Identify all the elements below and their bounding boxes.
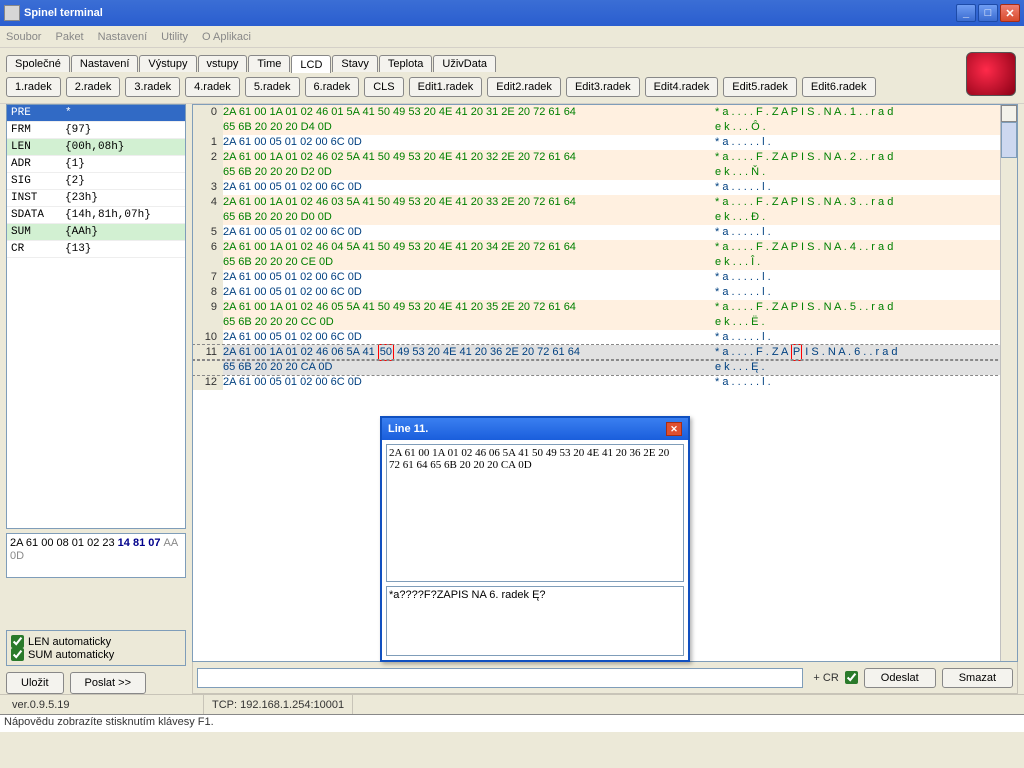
tab-společné[interactable]: Společné [6,55,70,72]
hex-line[interactable]: 65 6B 20 20 20 D2 0De k . . . Ň . [193,165,1017,180]
table-row[interactable]: SDATA{14h,81h,07h} [7,207,185,224]
hex-line[interactable]: 12A 61 00 05 01 02 00 6C 0D* a . . . . .… [193,135,1017,150]
save-button[interactable]: Uložit [6,672,64,694]
menu-bar: Soubor Paket Nastavení Utility O Aplikac… [0,26,1024,48]
row-button[interactable]: CLS [364,77,403,97]
popup-title: Line 11. [388,423,428,435]
tab-teplota[interactable]: Teplota [379,55,432,72]
row-button[interactable]: Edit1.radek [409,77,483,97]
status-version: ver.0.9.5.19 [4,695,204,714]
tab-nastavení[interactable]: Nastavení [71,55,139,72]
menu-item[interactable]: Utility [161,31,188,43]
hex-line[interactable]: 65 6B 20 20 20 CC 0De k . . . Ë . [193,315,1017,330]
row-button[interactable]: 5.radek [245,77,300,97]
hex-line[interactable]: 02A 61 00 1A 01 02 46 01 5A 41 50 49 53 … [193,105,1017,120]
tab-vstupy[interactable]: vstupy [198,55,248,72]
table-row[interactable]: INST{23h} [7,190,185,207]
popup-close-icon[interactable]: ✕ [666,422,682,436]
tab-stavy[interactable]: Stavy [332,55,378,72]
row-button[interactable]: Edit6.radek [802,77,876,97]
scroll-up-icon[interactable] [1001,105,1017,122]
row-button[interactable]: 2.radek [66,77,121,97]
cr-label: + CR [813,672,838,684]
maximize-button[interactable]: □ [978,4,998,22]
menu-item[interactable]: Paket [55,31,83,43]
tab-time[interactable]: Time [248,55,290,72]
auto-options: LEN automaticky SUM automaticky [6,630,186,666]
minimize-button[interactable]: _ [956,4,976,22]
send-to-right-button[interactable]: Poslat >> [70,672,146,694]
app-icon [4,5,20,21]
hex-line[interactable]: 82A 61 00 05 01 02 00 6C 0D* a . . . . .… [193,285,1017,300]
scrollbar[interactable] [1000,105,1017,661]
len-auto-checkbox[interactable]: LEN automaticky [11,635,181,648]
table-row[interactable]: SIG{2} [7,173,185,190]
row-button[interactable]: 4.radek [185,77,240,97]
send-bar: + CR Odeslat Smazat [192,662,1018,694]
tab-row: SpolečnéNastaveníVýstupyvstupyTimeLCDSta… [6,52,1018,72]
menu-item[interactable]: Nastavení [98,31,148,43]
hex-line[interactable]: 65 6B 20 20 20 CA 0De k . . . Ę . [193,360,1017,375]
hex-line[interactable]: 122A 61 00 05 01 02 00 6C 0D* a . . . . … [193,375,1017,390]
help-bar: Nápovědu zobrazíte stisknutím klávesy F1… [0,714,1024,732]
hex-line[interactable]: 22A 61 00 1A 01 02 46 02 5A 41 50 49 53 … [193,150,1017,165]
table-row[interactable]: ADR{1} [7,156,185,173]
table-row[interactable]: LEN{00h,08h} [7,139,185,156]
hex-line[interactable]: 62A 61 00 1A 01 02 46 04 5A 41 50 49 53 … [193,240,1017,255]
hex-line[interactable]: 92A 61 00 1A 01 02 46 05 5A 41 50 49 53 … [193,300,1017,315]
row-button[interactable]: 6.radek [305,77,360,97]
hex-line[interactable]: 65 6B 20 20 20 D0 0De k . . . Đ . [193,210,1017,225]
menu-item[interactable]: Soubor [6,31,41,43]
packet-hex-preview: 2A 61 00 08 01 02 23 14 81 07 AA 0D [6,533,186,578]
tab-uživdata[interactable]: UživData [433,55,496,72]
tab-výstupy[interactable]: Výstupy [139,55,196,72]
popup-hex[interactable]: 2A 61 00 1A 01 02 46 06 5A 41 50 49 53 2… [386,444,684,582]
hex-line[interactable]: 42A 61 00 1A 01 02 46 03 5A 41 50 49 53 … [193,195,1017,210]
hex-line[interactable]: 65 6B 20 20 20 D4 0De k . . . Ô . [193,120,1017,135]
row-button[interactable]: Edit5.radek [723,77,797,97]
sum-auto-checkbox[interactable]: SUM automaticky [11,648,181,661]
row-button[interactable]: Edit4.radek [645,77,719,97]
scroll-thumb[interactable] [1001,122,1017,158]
button-row: 1.radek2.radek3.radek4.radek5.radek6.rad… [6,77,1018,97]
toolbar: SpolečnéNastaveníVýstupyvstupyTimeLCDSta… [0,48,1024,104]
cr-checkbox[interactable] [845,671,858,684]
clear-button[interactable]: Smazat [942,668,1013,688]
send-button[interactable]: Odeslat [864,668,936,688]
status-connection: TCP: 192.168.1.254:10001 [204,695,353,714]
status-bar: ver.0.9.5.19 TCP: 192.168.1.254:10001 [0,694,1024,714]
app-logo-icon [966,52,1016,96]
row-button[interactable]: 3.radek [125,77,180,97]
tab-lcd[interactable]: LCD [291,55,331,73]
packet-table[interactable]: PRE*FRM{97}LEN{00h,08h}ADR{1}SIG{2}INST{… [6,104,186,529]
hex-line[interactable]: 102A 61 00 05 01 02 00 6C 0D* a . . . . … [193,330,1017,345]
popup-title-bar[interactable]: Line 11. ✕ [382,418,688,440]
hex-line[interactable]: 72A 61 00 05 01 02 00 6C 0D* a . . . . .… [193,270,1017,285]
table-row[interactable]: CR{13} [7,241,185,258]
hex-line[interactable]: 112A 61 00 1A 01 02 46 06 5A 41 50 49 53… [193,345,1017,360]
hex-line[interactable]: 65 6B 20 20 20 CE 0De k . . . Î . [193,255,1017,270]
window-title: Spinel terminal [24,7,103,19]
table-row[interactable]: SUM{AAh} [7,224,185,241]
hex-line[interactable]: 52A 61 00 05 01 02 00 6C 0D* a . . . . .… [193,225,1017,240]
row-button[interactable]: 1.radek [6,77,61,97]
menu-about[interactable]: O Aplikaci [202,31,1004,43]
send-input[interactable] [197,668,803,688]
row-button[interactable]: Edit2.radek [487,77,561,97]
title-bar: Spinel terminal _ □ ✕ [0,0,1024,26]
table-row[interactable]: FRM{97} [7,122,185,139]
line-detail-popup[interactable]: Line 11. ✕ 2A 61 00 1A 01 02 46 06 5A 41… [380,416,690,662]
table-row[interactable]: PRE* [7,105,185,122]
hex-line[interactable]: 32A 61 00 05 01 02 00 6C 0D* a . . . . .… [193,180,1017,195]
row-button[interactable]: Edit3.radek [566,77,640,97]
popup-ascii[interactable]: *a????F?ZAPIS NA 6. radek Ę? [386,586,684,656]
close-button[interactable]: ✕ [1000,4,1020,22]
